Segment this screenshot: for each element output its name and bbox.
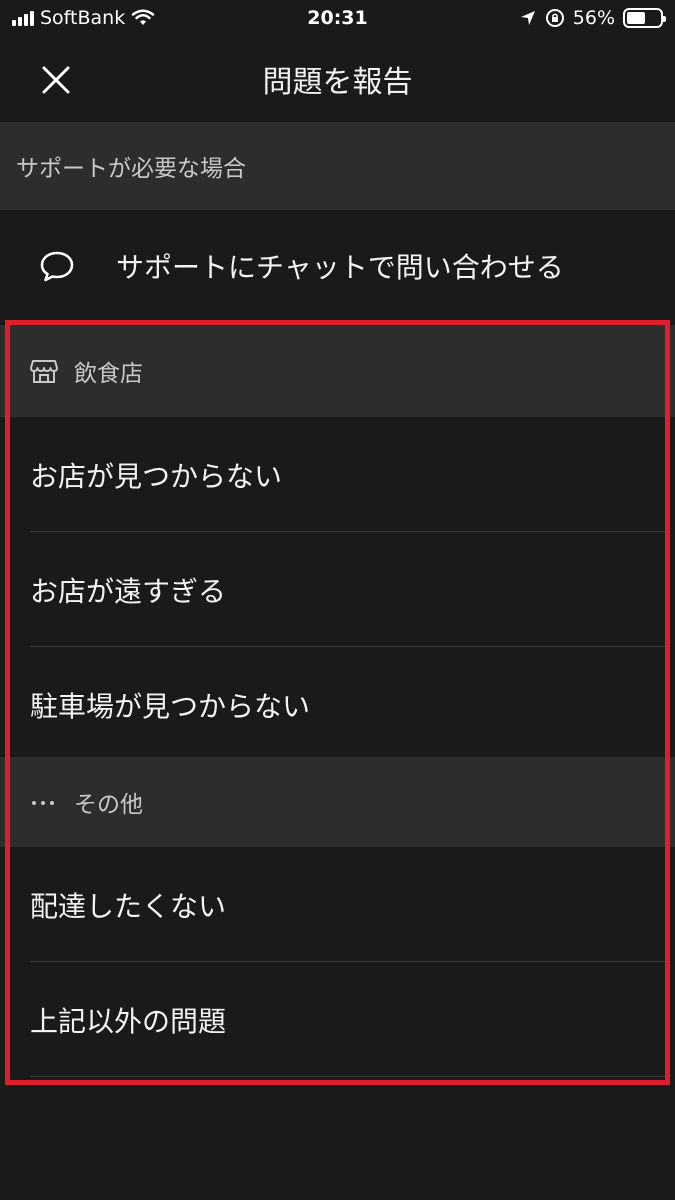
restaurant-group: 飲食店 お店が見つからない お店が遠すぎる 駐車場が見つからない (0, 325, 675, 762)
option-label: 配達したくない (30, 889, 227, 923)
location-arrow-icon (520, 11, 535, 25)
chat-support-button[interactable]: サポートにチャットで問い合わせる (0, 210, 675, 322)
option-store-too-far[interactable]: お店が遠すぎる (0, 532, 675, 647)
other-header-label: その他 (74, 792, 143, 818)
option-parking-not-found[interactable]: 駐車場が見つからない (0, 647, 675, 762)
nav-bar: 問題を報告 (0, 36, 675, 122)
option-other-issue[interactable]: 上記以外の問題 (0, 962, 675, 1077)
status-right: 56% (519, 7, 666, 29)
restaurant-header-label: 飲食店 (74, 361, 143, 387)
option-label: お店が遠すぎる (30, 574, 227, 608)
wifi-icon (131, 9, 155, 25)
cellular-signal-icon (12, 10, 34, 26)
chat-support-label: サポートにチャットで問い合わせる (116, 251, 564, 284)
status-bar: SoftBank 20:31 56% (0, 0, 675, 36)
close-icon (42, 66, 70, 94)
option-store-not-found[interactable]: お店が見つからない (0, 417, 675, 532)
divider (30, 1076, 665, 1077)
ellipsis-icon (28, 786, 60, 818)
battery-level (627, 12, 645, 24)
other-group: その他 配達したくない 上記以外の問題 (0, 757, 675, 1077)
option-label: お店が見つからない (30, 459, 283, 493)
battery-percent: 56% (572, 7, 615, 29)
option-label: 駐車場が見つからない (30, 689, 311, 723)
rotation-lock-icon (545, 9, 564, 27)
other-section-header: その他 (0, 757, 675, 847)
option-label: 上記以外の問題 (30, 1004, 227, 1038)
restaurant-section-header: 飲食店 (0, 325, 675, 417)
chat-bubble-icon (40, 251, 74, 282)
page-title: 問題を報告 (262, 65, 413, 100)
close-button[interactable] (36, 60, 76, 100)
option-dont-want-deliver[interactable]: 配達したくない (0, 847, 675, 962)
support-header-label: サポートが必要な場合 (16, 156, 246, 182)
support-section-header: サポートが必要な場合 (0, 122, 675, 210)
status-left: SoftBank (12, 7, 155, 29)
store-icon (28, 355, 60, 387)
battery-icon (623, 8, 666, 28)
carrier-name: SoftBank (40, 7, 126, 29)
